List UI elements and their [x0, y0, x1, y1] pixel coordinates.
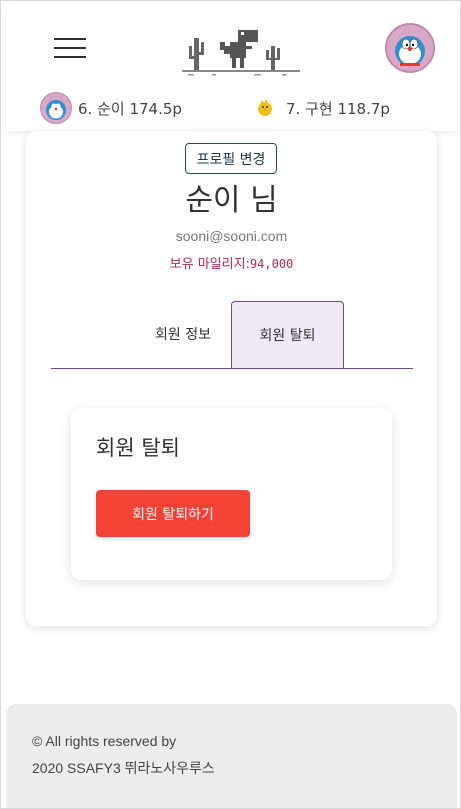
- rank-item-7[interactable]: 7. 구현 118.7p: [256, 90, 390, 126]
- mileage-value: 94,000: [249, 257, 294, 271]
- tab-label: 회원 정보: [155, 327, 211, 343]
- top-header: 6. 순이 174.5p 7. 구현 118.7p: [6, 6, 457, 131]
- ranking-bar: 6. 순이 174.5p 7. 구현 118.7p: [6, 90, 457, 126]
- footer-copyright: © All rights reserved by: [32, 733, 177, 749]
- withdraw-panel: 회원 탈퇴 회원 탈퇴하기: [71, 408, 392, 580]
- page-frame: 6. 순이 174.5p 7. 구현 118.7p 프로필 변경 순이 님 so…: [0, 0, 461, 809]
- footer-team: 2020 SSAFY3 뛰라노사우루스: [32, 760, 215, 776]
- dino-logo-icon[interactable]: [182, 26, 300, 78]
- rank-item-6[interactable]: 6. 순이 174.5p: [40, 90, 182, 126]
- nickname: 순이 님: [185, 183, 278, 218]
- profile-card: 프로필 변경 순이 님 sooni@sooni.com 보유 마일리지:94,0…: [26, 131, 437, 626]
- panel-title: 회원 탈퇴: [96, 436, 180, 460]
- withdraw-button[interactable]: 회원 탈퇴하기: [96, 490, 250, 537]
- rank-label: 6. 순이 174.5p: [78, 99, 182, 118]
- chick-icon: [258, 100, 272, 116]
- hamburger-menu-icon[interactable]: [54, 36, 86, 60]
- doraemon-avatar-icon: [387, 25, 433, 71]
- mileage-info: 보유 마일리지:94,000: [26, 253, 437, 272]
- user-avatar[interactable]: [385, 23, 435, 73]
- edit-profile-button[interactable]: 프로필 변경: [185, 143, 277, 174]
- mileage-label: 보유 마일리지:: [169, 257, 250, 272]
- tab-label: 회원 탈퇴: [259, 328, 316, 344]
- doraemon-avatar-icon: [40, 92, 72, 124]
- profile-tabs: 회원 정보 회원 탈퇴: [51, 301, 413, 369]
- rank-label: 7. 구현 118.7p: [286, 99, 390, 118]
- tab-member-info[interactable]: 회원 정보: [133, 301, 233, 367]
- tab-withdraw[interactable]: 회원 탈퇴: [231, 301, 344, 368]
- email-text: sooni@sooni.com: [175, 228, 288, 244]
- page-footer: © All rights reserved by 2020 SSAFY3 뛰라노…: [6, 704, 457, 808]
